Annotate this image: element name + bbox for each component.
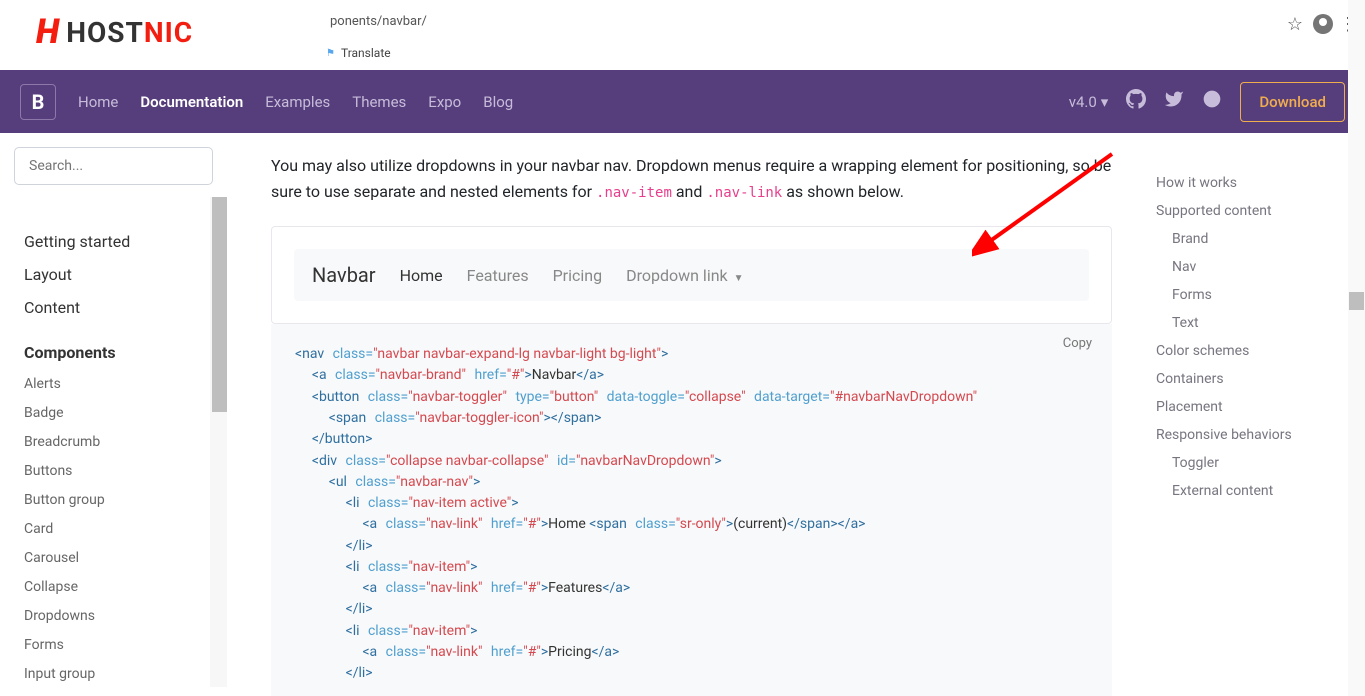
- toc-brand[interactable]: Brand: [1156, 225, 1353, 253]
- navbar-example: Navbar Home Features Pricing Dropdown li…: [294, 249, 1089, 301]
- toc-external-content[interactable]: External content: [1156, 477, 1353, 505]
- translate-label[interactable]: Translate: [341, 46, 391, 60]
- sidebar-scrollbar-thumb[interactable]: [212, 197, 227, 412]
- navbar-brand-example[interactable]: Navbar: [312, 263, 376, 287]
- browser-header: H HOSTNIC ponents/navbar/ ⚑ Translate ☆ …: [0, 0, 1365, 70]
- code-block: Copy<nav class="navbar navbar-expand-lg …: [271, 324, 1112, 696]
- toc-responsive-behaviors[interactable]: Responsive behaviors: [1156, 421, 1353, 449]
- toc-text[interactable]: Text: [1156, 309, 1353, 337]
- toc-toggler[interactable]: Toggler: [1156, 449, 1353, 477]
- logo-host-text: HOST: [66, 16, 144, 49]
- user-icon[interactable]: [1313, 14, 1333, 34]
- page-scrollbar-thumb[interactable]: [1349, 292, 1364, 310]
- nav-blog[interactable]: Blog: [483, 93, 513, 111]
- code-nav-link: .nav-link: [706, 185, 782, 201]
- nav-right: v4.0 ▾ Download: [1069, 82, 1345, 122]
- navbar-link-dropdown[interactable]: Dropdown link ▼: [626, 266, 743, 285]
- right-toc: How it works Supported content Brand Nav…: [1140, 133, 1365, 696]
- translate-icon: ⚑: [326, 48, 335, 59]
- copy-button[interactable]: Copy: [1063, 334, 1092, 354]
- navbar-link-home[interactable]: Home: [400, 266, 443, 285]
- url-fragment: ponents/navbar/: [330, 14, 427, 29]
- toc-placement[interactable]: Placement: [1156, 393, 1353, 421]
- hostnic-logo: H HOSTNIC: [36, 12, 193, 52]
- logo-nic-text: NIC: [144, 16, 193, 49]
- sidebar-item-card[interactable]: Card: [24, 514, 213, 543]
- sidebar-item-forms[interactable]: Forms: [24, 630, 213, 659]
- left-sidebar: Getting started Layout Content Component…: [0, 133, 227, 696]
- nav-expo[interactable]: Expo: [428, 93, 461, 111]
- search-input[interactable]: [14, 147, 213, 185]
- page-scrollbar-track: [1348, 0, 1365, 696]
- navbar-link-features[interactable]: Features: [467, 266, 529, 285]
- sidebar-item-button-group[interactable]: Button group: [24, 485, 213, 514]
- chevron-down-icon: ▾: [1101, 93, 1109, 111]
- sidebar-item-layout[interactable]: Layout: [24, 258, 213, 291]
- twitter-icon[interactable]: [1164, 89, 1184, 114]
- toc-color-schemes[interactable]: Color schemes: [1156, 337, 1353, 365]
- toc-forms[interactable]: Forms: [1156, 281, 1353, 309]
- translate-row: ⚑ Translate: [326, 46, 391, 60]
- nav-left: B Home Documentation Examples Themes Exp…: [20, 84, 513, 120]
- download-button[interactable]: Download: [1240, 82, 1345, 122]
- nav-themes[interactable]: Themes: [352, 93, 406, 111]
- sidebar-item-carousel[interactable]: Carousel: [24, 543, 213, 572]
- sidebar-item-input-group[interactable]: Input group: [24, 659, 213, 688]
- intro-text-3: as shown below.: [782, 182, 904, 201]
- bootstrap-logo-icon[interactable]: B: [20, 84, 56, 120]
- main-nav: B Home Documentation Examples Themes Exp…: [0, 70, 1365, 133]
- example-box: Navbar Home Features Pricing Dropdown li…: [271, 226, 1112, 324]
- content-area: You may also utilize dropdowns in your n…: [227, 133, 1140, 696]
- dropdown-link-label: Dropdown link: [626, 266, 728, 285]
- version-dropdown[interactable]: v4.0 ▾: [1069, 93, 1109, 111]
- nav-examples[interactable]: Examples: [265, 93, 330, 111]
- github-icon[interactable]: [1126, 89, 1146, 114]
- chevron-down-icon: ▼: [734, 273, 744, 284]
- nav-documentation[interactable]: Documentation: [140, 93, 243, 111]
- sidebar-item-alerts[interactable]: Alerts: [24, 369, 213, 398]
- logo-h-icon: H: [36, 12, 60, 52]
- intro-text-2: and: [672, 182, 707, 201]
- toc-nav[interactable]: Nav: [1156, 253, 1353, 281]
- sidebar-item-collapse[interactable]: Collapse: [24, 572, 213, 601]
- sidebar-item-breadcrumb[interactable]: Breadcrumb: [24, 427, 213, 456]
- star-icon[interactable]: ☆: [1287, 14, 1303, 35]
- code-nav-item: .nav-item: [596, 185, 672, 201]
- toc-containers[interactable]: Containers: [1156, 365, 1353, 393]
- sidebar-item-components[interactable]: Components: [24, 336, 213, 369]
- nav-home[interactable]: Home: [78, 93, 118, 111]
- intro-paragraph: You may also utilize dropdowns in your n…: [271, 153, 1112, 204]
- sidebar-item-badge[interactable]: Badge: [24, 398, 213, 427]
- sidebar-item-buttons[interactable]: Buttons: [24, 456, 213, 485]
- navbar-link-pricing[interactable]: Pricing: [553, 266, 603, 285]
- toc-supported-content[interactable]: Supported content: [1156, 197, 1353, 225]
- slack-icon[interactable]: [1202, 89, 1222, 114]
- main-area: Getting started Layout Content Component…: [0, 133, 1365, 696]
- sidebar-item-dropdowns[interactable]: Dropdowns: [24, 601, 213, 630]
- version-label: v4.0: [1069, 93, 1097, 111]
- sidebar-list: Getting started Layout Content Component…: [14, 201, 213, 688]
- sidebar-item-getting-started[interactable]: Getting started: [24, 225, 213, 258]
- sidebar-item-content[interactable]: Content: [24, 291, 213, 324]
- toc-how-it-works[interactable]: How it works: [1156, 169, 1353, 197]
